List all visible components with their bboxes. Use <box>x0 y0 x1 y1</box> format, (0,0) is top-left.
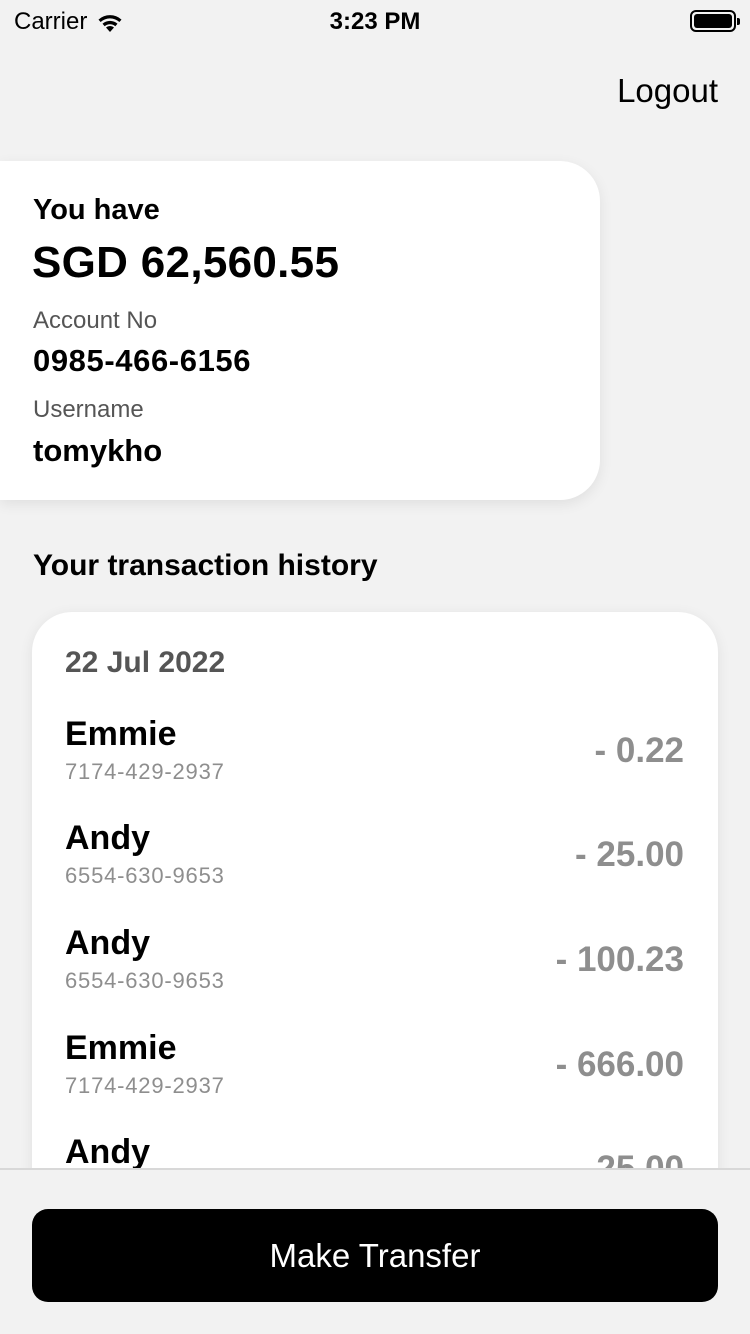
transaction-row[interactable]: Andy 6554-630-9653 - 100.23 <box>32 924 718 1024</box>
transaction-recipient: Andy <box>65 924 150 962</box>
transaction-date-header: 22 Jul 2022 <box>65 646 226 679</box>
transaction-recipient: Emmie <box>65 715 177 753</box>
balance-amount: SGD 62,560.55 <box>32 238 340 287</box>
transaction-history-card: 22 Jul 2022 Emmie 7174-429-2937 - 0.22 A… <box>32 612 718 1168</box>
clock: 3:23 PM <box>329 8 421 35</box>
transaction-account: 7174-429-2937 <box>65 1073 225 1098</box>
transaction-row[interactable]: Emmie 7174-429-2937 - 0.22 <box>32 715 718 815</box>
transaction-amount: - 25.00 <box>575 1149 684 1168</box>
balance-heading: You have <box>33 194 160 226</box>
transaction-amount: - 25.00 <box>575 835 684 874</box>
transaction-recipient: Andy <box>65 819 150 857</box>
transaction-row[interactable]: Emmie 7174-429-2937 - 666.00 <box>32 1029 718 1129</box>
battery-icon <box>690 10 740 32</box>
transaction-account: 7174-429-2937 <box>65 759 225 784</box>
status-bar: Carrier 3:23 PM <box>0 0 750 40</box>
transaction-history-title: Your transaction history <box>33 549 378 582</box>
username-value: tomykho <box>33 433 163 468</box>
account-number-label: Account No <box>33 307 158 334</box>
transaction-row[interactable]: Andy - 25.00 <box>32 1133 718 1168</box>
transaction-amount: - 0.22 <box>594 731 685 770</box>
transaction-amount: - 666.00 <box>555 1045 684 1084</box>
transaction-amount: - 100.23 <box>555 940 684 979</box>
make-transfer-button[interactable]: Make Transfer <box>32 1209 718 1302</box>
transaction-account: 6554-630-9653 <box>65 863 225 888</box>
transaction-account: 6554-630-9653 <box>65 968 225 993</box>
transaction-recipient: Andy <box>65 1133 150 1168</box>
username-label: Username <box>33 396 144 423</box>
logout-button[interactable]: Logout <box>617 72 718 110</box>
transaction-recipient: Emmie <box>65 1029 177 1067</box>
transaction-row[interactable]: Andy 6554-630-9653 - 25.00 <box>32 819 718 919</box>
transaction-history-scroll[interactable]: 22 Jul 2022 Emmie 7174-429-2937 - 0.22 A… <box>0 600 750 1168</box>
account-number-value: 0985-466-6156 <box>33 343 252 378</box>
